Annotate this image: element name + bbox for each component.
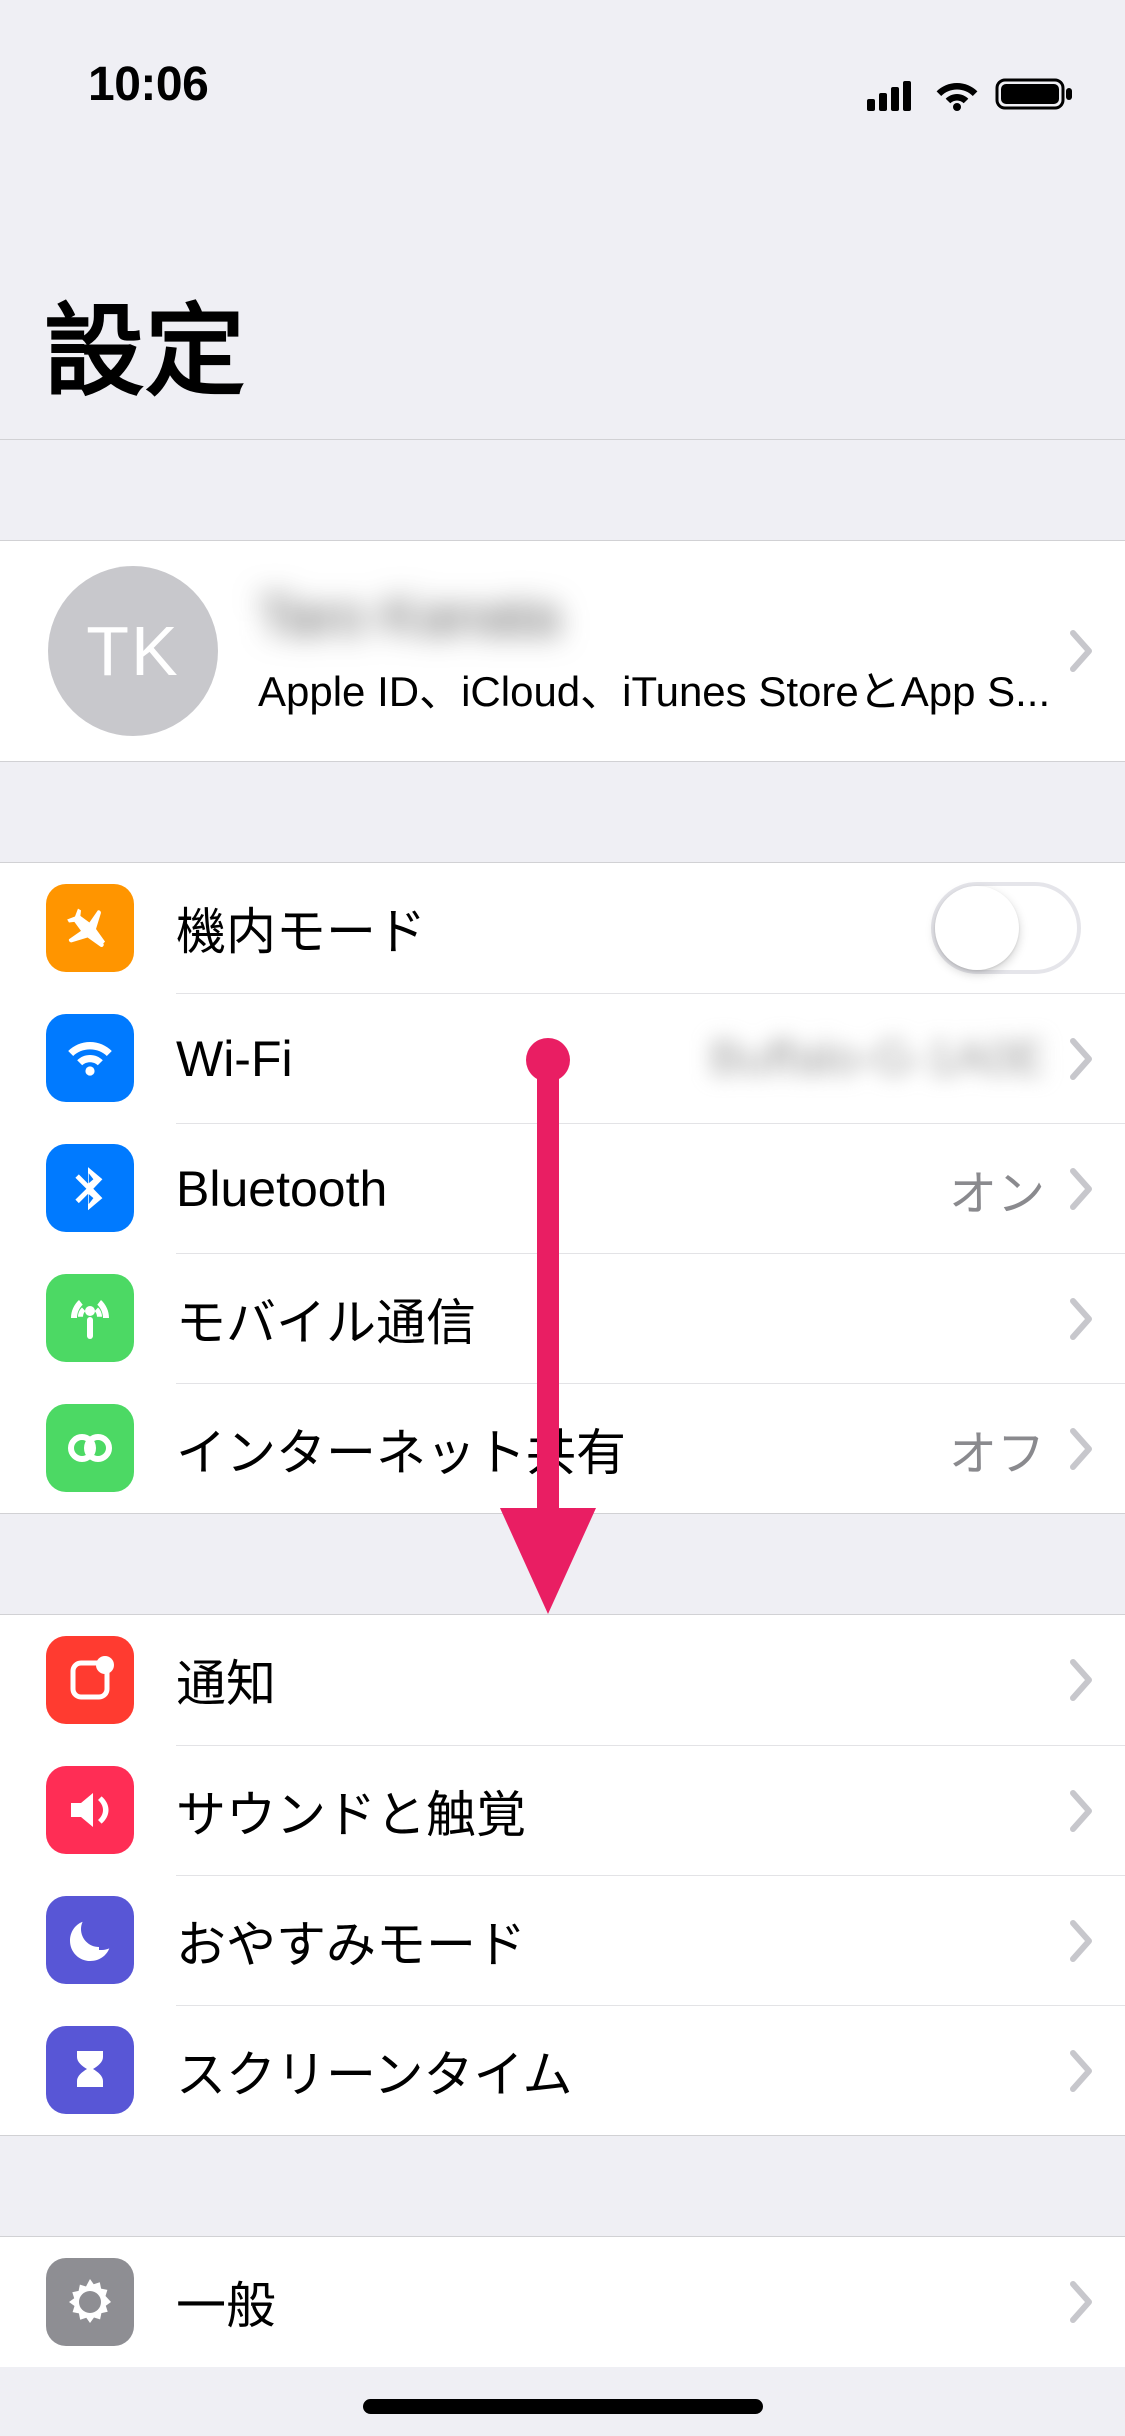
bluetooth-value: オン [949,1154,1045,1224]
moon-icon [46,1896,134,1984]
wifi-value: Buffalo-G-1A0E [710,1031,1045,1086]
airplane-mode-row[interactable]: 機内モード [0,863,1125,993]
page-title: 設定 [44,270,1081,415]
cellular-label: モバイル通信 [176,1283,1069,1355]
dnd-row[interactable]: おやすみモード [0,1875,1125,2005]
chevron-right-icon [1069,1297,1095,1341]
sounds-label: サウンドと触覚 [176,1775,1069,1847]
bluetooth-icon [46,1144,134,1232]
dnd-label: おやすみモード [176,1905,1069,1977]
profile-name: Taro Kanata [258,583,1069,648]
apple-id-row[interactable]: TK Taro Kanata Apple ID、iCloud、iTunes St… [0,541,1125,761]
airplane-icon [46,884,134,972]
hotspot-icon [46,1404,134,1492]
hotspot-row[interactable]: インターネット共有 オフ [0,1383,1125,1513]
sounds-icon [46,1766,134,1854]
chevron-right-icon [1069,2280,1095,2324]
notifications-row[interactable]: 通知 [0,1615,1125,1745]
airplane-mode-label: 機内モード [176,892,931,964]
wifi-label: Wi-Fi [176,1030,710,1088]
general-label: 一般 [176,2266,1069,2338]
profile-subtitle: Apple ID、iCloud、iTunes StoreとApp S... [258,658,1069,719]
notifications-label: 通知 [176,1644,1069,1716]
battery-icon [995,76,1075,112]
wifi-icon [46,1014,134,1102]
hotspot-label: インターネット共有 [176,1413,949,1485]
status-time: 10:06 [88,57,208,112]
screentime-row[interactable]: スクリーンタイム [0,2005,1125,2135]
cellular-icon [46,1274,134,1362]
notifications-group: 通知 サウンドと触覚 おやすみモード スクリーンタイム [0,1614,1125,2136]
general-group: 一般 [0,2236,1125,2367]
airplane-mode-toggle[interactable] [931,882,1081,974]
chevron-right-icon [1069,1167,1095,1211]
hourglass-icon [46,2026,134,2114]
chevron-right-icon [1069,1789,1095,1833]
sounds-row[interactable]: サウンドと触覚 [0,1745,1125,1875]
general-row[interactable]: 一般 [0,2237,1125,2367]
chevron-right-icon [1069,1037,1095,1081]
gear-icon [46,2258,134,2346]
page-header: 設定 [0,130,1125,440]
bluetooth-row[interactable]: Bluetooth オン [0,1123,1125,1253]
home-indicator [363,2399,763,2414]
avatar: TK [48,566,218,736]
status-indicators [867,76,1075,112]
notifications-icon [46,1636,134,1724]
status-bar: 10:06 [0,0,1125,130]
bluetooth-label: Bluetooth [176,1160,949,1218]
wifi-status-icon [933,77,981,111]
wifi-row[interactable]: Wi-Fi Buffalo-G-1A0E [0,993,1125,1123]
screentime-label: スクリーンタイム [176,2035,1069,2107]
chevron-right-icon [1069,629,1095,673]
cellular-signal-icon [867,77,919,111]
chevron-right-icon [1069,2049,1095,2093]
connectivity-group: 機内モード Wi-Fi Buffalo-G-1A0E Bluetooth オン … [0,862,1125,1514]
profile-group: TK Taro Kanata Apple ID、iCloud、iTunes St… [0,540,1125,762]
chevron-right-icon [1069,1919,1095,1963]
cellular-row[interactable]: モバイル通信 [0,1253,1125,1383]
chevron-right-icon [1069,1427,1095,1471]
hotspot-value: オフ [949,1414,1045,1484]
chevron-right-icon [1069,1658,1095,1702]
